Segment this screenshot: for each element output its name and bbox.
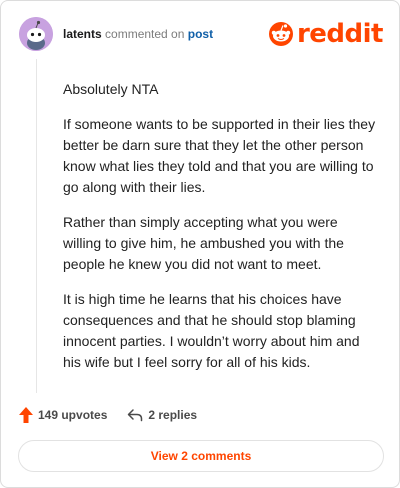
reply-count: 2 replies [148, 408, 198, 422]
view-comments-button[interactable]: View 2 comments [18, 440, 384, 472]
author-name[interactable]: latents [63, 27, 102, 41]
comment-body: Absolutely NTA If someone wants to be su… [63, 79, 379, 387]
snoo-avatar-icon [19, 17, 53, 51]
comment-paragraph: Rather than simply accepting what you we… [63, 214, 344, 272]
reddit-wordmark: reddit [296, 19, 384, 49]
reddit-snoo-icon [268, 22, 293, 46]
upvote-count: 149 upvotes [38, 408, 108, 422]
comment-paragraph: Absolutely NTA [63, 81, 159, 97]
comment-paragraph: If someone wants to be supported in thei… [63, 116, 376, 195]
post-link[interactable]: post [188, 27, 213, 41]
comment-paragraph: It is high time he learns that his choic… [63, 291, 360, 370]
thread-line [36, 59, 37, 393]
upvote-arrow-icon [19, 407, 33, 423]
action-text: commented on [105, 27, 185, 41]
user-avatar[interactable] [19, 17, 53, 51]
reddit-logo[interactable]: reddit [268, 19, 384, 49]
comment-actions: 149 upvotes 2 replies [19, 405, 197, 425]
replies-button[interactable]: 2 replies [127, 408, 197, 422]
comment-card: latents commented on post reddit Absolut… [0, 0, 400, 488]
comment-meta: latents commented on post [63, 27, 213, 41]
upvote-button[interactable]: 149 upvotes [19, 407, 107, 423]
reply-arrow-icon [128, 409, 143, 422]
comment-header: latents commented on post reddit [19, 17, 384, 51]
